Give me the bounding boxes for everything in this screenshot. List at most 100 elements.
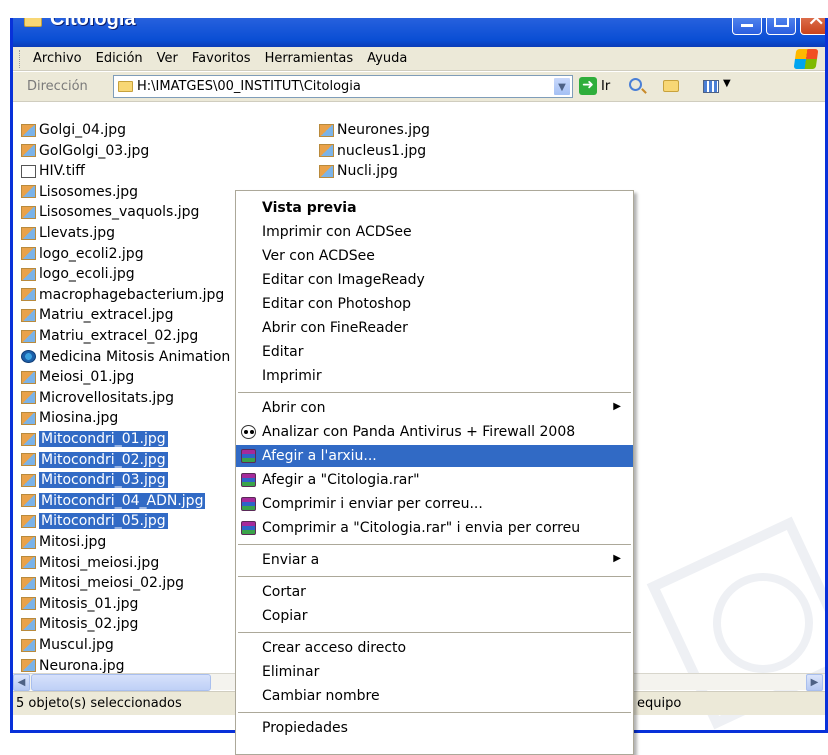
file-item[interactable]: Nucli.jpg bbox=[319, 161, 398, 181]
status-selection-count: 5 objeto(s) seleccionados bbox=[16, 696, 182, 711]
menu-edicion[interactable]: Edición bbox=[96, 51, 143, 66]
submenu-arrow-icon: ▶ bbox=[613, 401, 621, 412]
search-icon[interactable] bbox=[629, 78, 642, 91]
winrar-icon bbox=[241, 473, 256, 487]
scroll-left-icon[interactable]: ◀ bbox=[13, 674, 30, 691]
context-menu-item[interactable]: Afegir a "Citologia.rar" bbox=[236, 469, 633, 491]
image-file-icon bbox=[21, 288, 36, 302]
title-bar[interactable]: Citologia ✕ bbox=[13, 18, 826, 47]
file-name: Neurones.jpg bbox=[337, 122, 430, 138]
file-item[interactable]: Microvellositats.jpg bbox=[21, 388, 174, 408]
context-menu-item[interactable]: Cambiar nombre bbox=[236, 685, 633, 707]
image-file-icon bbox=[21, 473, 36, 487]
context-menu-item[interactable]: Comprimir i enviar per correu... bbox=[236, 493, 633, 515]
context-menu-item[interactable]: Afegir a l'arxiu... bbox=[236, 445, 633, 467]
image-file-icon bbox=[21, 411, 36, 425]
close-button[interactable]: ✕ bbox=[800, 18, 826, 35]
file-item[interactable]: Mitocondri_02.jpg bbox=[21, 450, 168, 470]
file-item[interactable]: macrophagebacterium.jpg bbox=[21, 285, 224, 305]
context-menu-item[interactable]: Ver con ACDSee bbox=[236, 245, 633, 267]
panda-icon bbox=[241, 425, 256, 439]
menu-favoritos[interactable]: Favoritos bbox=[192, 51, 251, 66]
context-menu-item[interactable]: Cortar bbox=[236, 581, 633, 603]
maximize-button[interactable] bbox=[766, 18, 796, 35]
file-item[interactable]: Mitocondri_05.jpg bbox=[21, 511, 168, 531]
image-file-icon bbox=[21, 370, 36, 384]
file-item[interactable]: Neurones.jpg bbox=[319, 120, 430, 140]
context-menu-item[interactable]: Imprimir bbox=[236, 365, 633, 387]
image-file-icon bbox=[319, 144, 334, 158]
image-file-icon bbox=[21, 267, 36, 281]
context-menu-item[interactable]: Abrir con ▶ bbox=[236, 397, 633, 419]
context-menu-item[interactable]: Analizar con Panda Antivirus + Firewall … bbox=[236, 421, 633, 443]
file-item[interactable]: GolGolgi_03.jpg bbox=[21, 141, 149, 161]
file-item[interactable]: logo_ecoli2.jpg bbox=[21, 244, 144, 264]
file-name: Llevats.jpg bbox=[39, 225, 116, 241]
file-item[interactable]: logo_ecoli.jpg bbox=[21, 264, 135, 284]
file-item[interactable]: Medicina Mitosis Animation bbox=[21, 347, 230, 367]
file-item[interactable]: Mitocondri_04_ADN.jpg bbox=[21, 491, 206, 511]
submenu-arrow-icon: ▶ bbox=[613, 553, 621, 564]
file-item[interactable]: Llevats.jpg bbox=[21, 223, 115, 243]
context-menu-item[interactable]: Editar con Photoshop bbox=[236, 293, 633, 315]
file-item[interactable]: HIV.tiff bbox=[21, 161, 85, 181]
file-item[interactable]: Mitosi.jpg bbox=[21, 532, 106, 552]
file-name: Nucli.jpg bbox=[337, 163, 398, 180]
chevron-down-icon[interactable]: ▼ bbox=[553, 77, 571, 96]
views-caret-icon[interactable]: ▼ bbox=[723, 78, 731, 89]
go-button[interactable]: ➜ Ir bbox=[579, 77, 610, 95]
context-menu-label: Editar con ImageReady bbox=[262, 272, 425, 288]
file-item[interactable]: Miosina.jpg bbox=[21, 408, 118, 428]
file-name: Medicina Mitosis Animation bbox=[39, 348, 231, 365]
file-item[interactable]: nucleus1.jpg bbox=[319, 141, 426, 161]
context-menu-item[interactable]: Eliminar bbox=[236, 661, 633, 683]
file-name: Lisosomes.jpg bbox=[39, 183, 139, 200]
context-menu-item[interactable]: Imprimir con ACDSee bbox=[236, 221, 633, 243]
file-name: Lisosomes_vaquols.jpg bbox=[39, 204, 200, 221]
context-menu-item[interactable]: Enviar a ▶ bbox=[236, 549, 633, 571]
context-menu-item[interactable]: Comprimir a "Citologia.rar" i envia per … bbox=[236, 517, 633, 539]
context-menu-item[interactable]: Abrir con FineReader bbox=[236, 317, 633, 339]
context-menu-item[interactable]: Vista previa bbox=[236, 197, 633, 219]
scroll-thumb[interactable] bbox=[31, 674, 211, 691]
context-menu-item[interactable]: Copiar bbox=[236, 605, 633, 627]
minimize-button[interactable] bbox=[732, 18, 762, 35]
file-item[interactable]: Mitocondri_01.jpg bbox=[21, 429, 168, 449]
context-menu-label: Copiar bbox=[262, 608, 308, 624]
file-item[interactable]: Lisosomes_vaquols.jpg bbox=[21, 202, 199, 222]
file-item[interactable]: Lisosomes.jpg bbox=[21, 182, 138, 202]
context-menu-label: Comprimir a "Citologia.rar" i envia per … bbox=[262, 520, 581, 536]
file-name: Matriu_extracel.jpg bbox=[39, 307, 174, 324]
file-item[interactable]: Mitosis_02.jpg bbox=[21, 614, 138, 634]
file-item[interactable]: Golgi_04.jpg bbox=[21, 120, 126, 140]
file-item[interactable]: Mitosis_01.jpg bbox=[21, 594, 138, 614]
menu-ver[interactable]: Ver bbox=[157, 51, 178, 66]
file-name: Muscul.jpg bbox=[39, 637, 114, 653]
file-item[interactable]: Meiosi_01.jpg bbox=[21, 367, 134, 387]
context-menu-item[interactable]: Crear acceso directo bbox=[236, 637, 633, 659]
file-item[interactable]: Muscul.jpg bbox=[21, 635, 114, 655]
title-wrap: Citologia bbox=[24, 18, 136, 31]
menu-ayuda[interactable]: Ayuda bbox=[367, 51, 407, 66]
image-file-icon bbox=[21, 205, 36, 219]
file-item[interactable]: Mitocondri_03.jpg bbox=[21, 470, 168, 490]
close-icon: ✕ bbox=[807, 18, 826, 32]
file-item[interactable]: Mitosi_meiosi_02.jpg bbox=[21, 573, 184, 593]
context-menu-label: Propiedades bbox=[262, 720, 348, 736]
context-menu-item[interactable]: Editar con ImageReady bbox=[236, 269, 633, 291]
address-input[interactable]: H:\IMATGES\00_INSTITUT\Citologia ▼ bbox=[113, 75, 573, 98]
file-name: Miosina.jpg bbox=[39, 410, 119, 427]
tiff-file-icon bbox=[21, 164, 36, 178]
scroll-right-icon[interactable]: ▶ bbox=[806, 674, 823, 691]
views-icon[interactable] bbox=[703, 80, 719, 93]
context-menu-label: Analizar con Panda Antivirus + Firewall … bbox=[262, 424, 576, 440]
context-menu-item[interactable]: Editar bbox=[236, 341, 633, 363]
context-menu-label: Afegir a "Citologia.rar" bbox=[262, 472, 420, 488]
file-item[interactable]: Matriu_extracel_02.jpg bbox=[21, 326, 198, 346]
folders-icon[interactable] bbox=[663, 80, 679, 92]
menu-herramientas[interactable]: Herramientas bbox=[265, 51, 354, 66]
menu-archivo[interactable]: Archivo bbox=[33, 51, 82, 66]
context-menu-item[interactable]: Propiedades bbox=[236, 717, 633, 739]
file-item[interactable]: Mitosi_meiosi.jpg bbox=[21, 553, 159, 573]
file-item[interactable]: Matriu_extracel.jpg bbox=[21, 305, 173, 325]
